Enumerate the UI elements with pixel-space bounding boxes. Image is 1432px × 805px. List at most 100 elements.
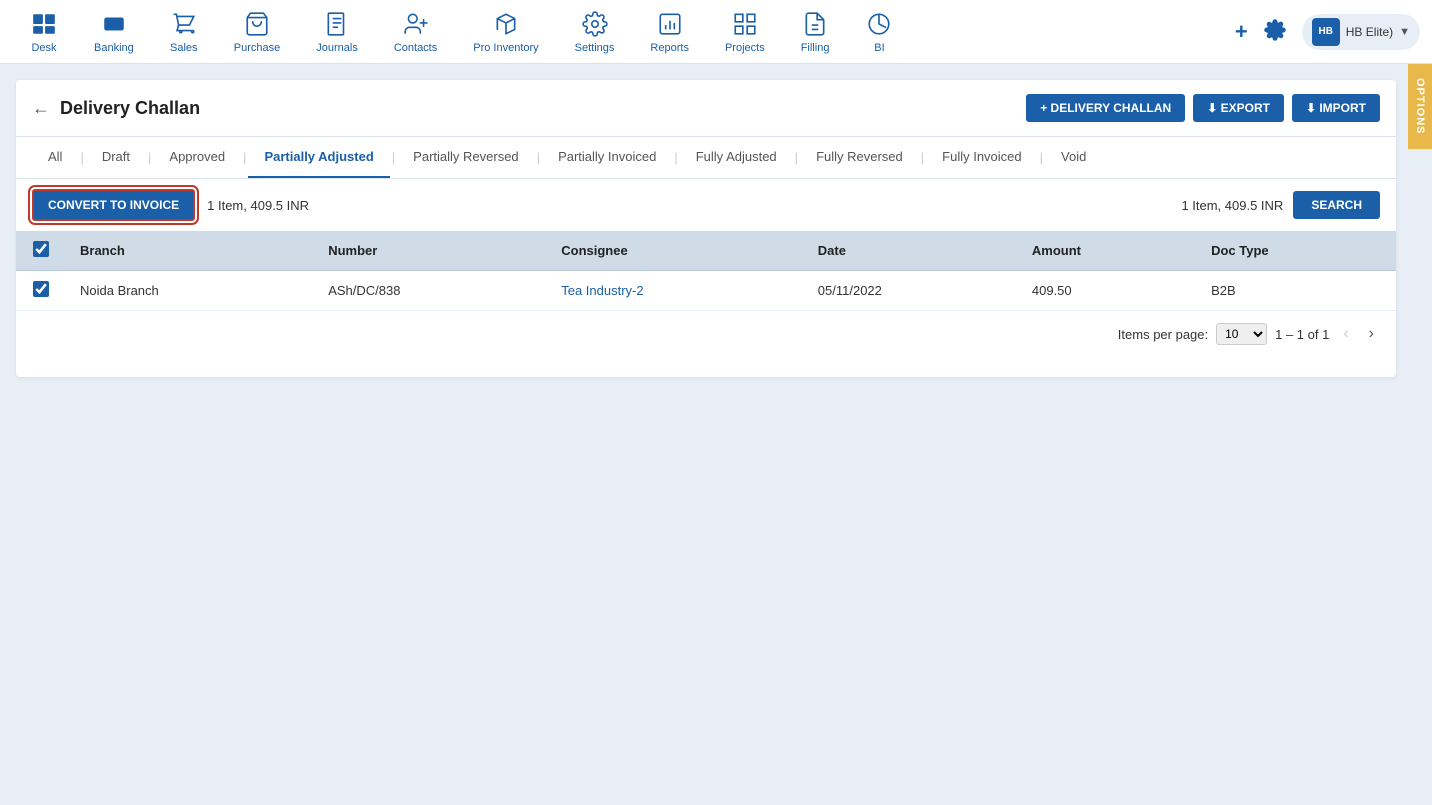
toolbar: CONVERT TO INVOICE 1 Item, 409.5 INR 1 I…	[16, 179, 1396, 231]
tab-fully-adjusted[interactable]: Fully Adjusted	[680, 137, 793, 178]
nav-item-desk[interactable]: Desk	[12, 0, 76, 64]
tab-divider-6: |	[795, 150, 798, 165]
options-tab[interactable]: OPTIONS	[1408, 64, 1432, 149]
journals-icon	[323, 10, 351, 38]
nav-label-reports: Reports	[650, 42, 689, 54]
add-button[interactable]: +	[1235, 19, 1248, 45]
tab-divider-3: |	[392, 150, 395, 165]
pro-inventory-icon	[492, 10, 520, 38]
pagination-range: 1 – 1 of 1	[1275, 327, 1329, 342]
col-amount: Amount	[1018, 231, 1197, 271]
tab-partially-reversed[interactable]: Partially Reversed	[397, 137, 535, 178]
tab-approved[interactable]: Approved	[153, 137, 241, 178]
nav-item-banking[interactable]: Banking	[76, 0, 152, 64]
row-consignee[interactable]: Tea Industry-2	[547, 271, 804, 311]
nav-item-sales[interactable]: Sales	[152, 0, 216, 64]
desk-icon	[30, 10, 58, 38]
nav-item-projects[interactable]: Projects	[707, 0, 783, 64]
nav-label-projects: Projects	[725, 42, 765, 54]
tab-divider-4: |	[537, 150, 540, 165]
col-consignee: Consignee	[547, 231, 804, 271]
filling-icon	[801, 10, 829, 38]
nav-items: Desk Banking Sales Purchase Journals	[12, 0, 1235, 64]
nav-item-reports[interactable]: Reports	[632, 0, 707, 64]
nav-item-settings[interactable]: Settings	[557, 0, 633, 64]
tab-partially-adjusted[interactable]: Partially Adjusted	[248, 137, 389, 178]
nav-item-purchase[interactable]: Purchase	[216, 0, 298, 64]
purchase-icon	[243, 10, 271, 38]
tab-bar: All | Draft | Approved | Partially Adjus…	[16, 137, 1396, 179]
row-branch: Noida Branch	[66, 271, 314, 311]
nav-item-contacts[interactable]: Contacts	[376, 0, 455, 64]
row-checkbox[interactable]	[33, 281, 49, 297]
import-button[interactable]: ⬇ IMPORT	[1292, 94, 1380, 122]
header-actions: + DELIVERY CHALLAN ⬇ EXPORT ⬇ IMPORT	[1026, 94, 1380, 122]
col-doc-type: Doc Type	[1197, 231, 1396, 271]
items-per-page-label: Items per page:	[1118, 327, 1208, 342]
row-number: ASh/DC/838	[314, 271, 547, 311]
sales-icon	[170, 10, 198, 38]
tab-draft[interactable]: Draft	[86, 137, 146, 178]
settings-icon	[581, 10, 609, 38]
nav-label-banking: Banking	[94, 42, 134, 54]
tab-divider-1: |	[148, 150, 151, 165]
delivery-challan-button[interactable]: + DELIVERY CHALLAN	[1026, 94, 1185, 122]
page-card: ← Delivery Challan + DELIVERY CHALLAN ⬇ …	[16, 80, 1396, 377]
items-per-page-select[interactable]: 10 25 50 100	[1216, 323, 1267, 345]
tab-divider-2: |	[243, 150, 246, 165]
convert-button-label: CONVERT TO INVOICE	[48, 198, 179, 212]
nav-item-filling[interactable]: Filling	[783, 0, 848, 64]
nav-item-journals[interactable]: Journals	[298, 0, 376, 64]
contacts-icon	[402, 10, 430, 38]
reports-icon	[656, 10, 684, 38]
col-checkbox	[16, 231, 66, 271]
nav-label-bi: BI	[874, 42, 884, 54]
nav-label-settings: Settings	[575, 42, 615, 54]
tab-fully-invoiced[interactable]: Fully Invoiced	[926, 137, 1037, 178]
delivery-challan-button-label: + DELIVERY CHALLAN	[1040, 101, 1171, 115]
nav-item-pro-inventory[interactable]: Pro Inventory	[455, 0, 556, 64]
export-button-label: ⬇ EXPORT	[1207, 101, 1270, 115]
tab-divider-0: |	[80, 150, 83, 165]
tab-void[interactable]: Void	[1045, 137, 1102, 178]
settings-gear-icon[interactable]	[1264, 19, 1286, 44]
pagination-prev-icon[interactable]: ‹	[1337, 323, 1354, 345]
top-navigation: Desk Banking Sales Purchase Journals	[0, 0, 1432, 64]
nav-label-purchase: Purchase	[234, 42, 280, 54]
tab-fully-reversed[interactable]: Fully Reversed	[800, 137, 919, 178]
consignee-link[interactable]: Tea Industry-2	[561, 283, 643, 298]
user-menu[interactable]: HB HB Elite) ▼	[1302, 14, 1420, 50]
nav-label-contacts: Contacts	[394, 42, 437, 54]
pagination: Items per page: 10 25 50 100 1 – 1 of 1 …	[16, 311, 1396, 357]
tab-all[interactable]: All	[32, 137, 78, 178]
nav-label-pro-inventory: Pro Inventory	[473, 42, 538, 54]
tab-divider-7: |	[921, 150, 924, 165]
main-content: OPTIONS ← Delivery Challan + DELIVERY CH…	[0, 64, 1432, 393]
convert-to-invoice-button[interactable]: CONVERT TO INVOICE	[32, 189, 195, 221]
select-all-checkbox[interactable]	[33, 241, 49, 257]
nav-label-desk: Desk	[31, 42, 56, 54]
row-amount: 409.50	[1018, 271, 1197, 311]
col-number: Number	[314, 231, 547, 271]
tab-partially-invoiced[interactable]: Partially Invoiced	[542, 137, 672, 178]
back-arrow-icon[interactable]: ←	[32, 98, 50, 119]
avatar: HB	[1312, 18, 1340, 46]
import-button-label: ⬇ IMPORT	[1306, 101, 1366, 115]
export-button[interactable]: ⬇ EXPORT	[1193, 94, 1284, 122]
nav-right: + HB HB Elite) ▼	[1235, 14, 1420, 50]
table-row: Noida Branch ASh/DC/838 Tea Industry-2 0…	[16, 271, 1396, 311]
user-name: HB Elite)	[1346, 25, 1393, 39]
nav-item-bi[interactable]: BI	[847, 0, 911, 64]
nav-label-sales: Sales	[170, 42, 198, 54]
banking-icon	[100, 10, 128, 38]
chevron-down-icon: ▼	[1399, 26, 1410, 38]
tab-divider-8: |	[1040, 150, 1043, 165]
table-header-row: Branch Number Consignee Date Amount Doc …	[16, 231, 1396, 271]
search-button[interactable]: SEARCH	[1293, 191, 1380, 219]
row-date: 05/11/2022	[804, 271, 1018, 311]
row-doc-type: B2B	[1197, 271, 1396, 311]
card-header: ← Delivery Challan + DELIVERY CHALLAN ⬇ …	[16, 80, 1396, 137]
page-title: Delivery Challan	[60, 98, 200, 119]
pagination-next-icon[interactable]: ›	[1363, 323, 1380, 345]
data-table: Branch Number Consignee Date Amount Doc …	[16, 231, 1396, 311]
